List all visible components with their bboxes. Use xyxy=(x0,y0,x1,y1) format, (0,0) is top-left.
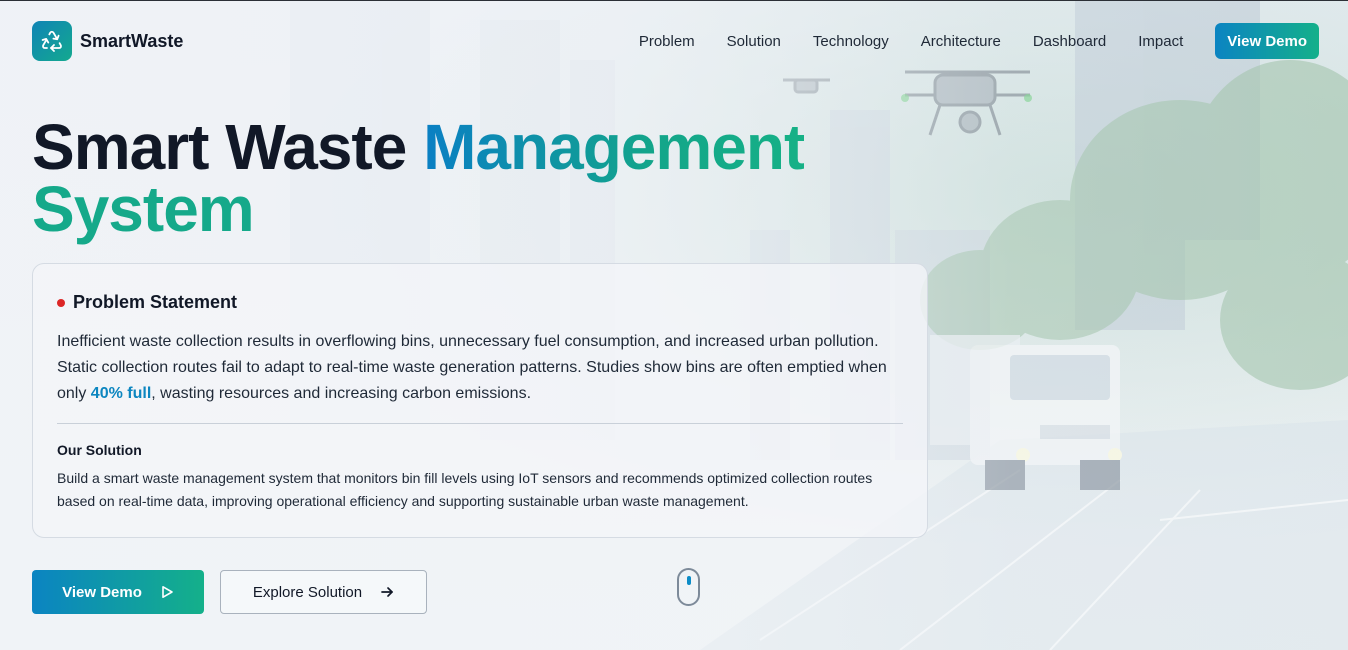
hero-title-part3: System xyxy=(32,173,255,245)
nav-links: Problem Solution Technology Architecture… xyxy=(639,23,1319,59)
problem-header: Problem Statement xyxy=(57,292,903,313)
play-icon xyxy=(160,585,174,599)
mouse-scroll-icon[interactable] xyxy=(677,568,700,606)
view-demo-button[interactable]: View Demo xyxy=(32,570,204,614)
card-divider xyxy=(57,423,903,424)
arrow-right-icon xyxy=(380,585,394,599)
hero-title-part2: Management xyxy=(423,111,805,183)
problem-text-after: , wasting resources and increasing carbo… xyxy=(151,385,532,402)
nav-link-problem[interactable]: Problem xyxy=(639,33,695,50)
nav-link-technology[interactable]: Technology xyxy=(813,33,889,50)
problem-description: Inefficient waste collection results in … xyxy=(57,329,897,407)
explore-solution-button[interactable]: Explore Solution xyxy=(220,570,427,614)
explore-solution-label: Explore Solution xyxy=(252,583,363,601)
view-demo-label: View Demo xyxy=(62,583,142,601)
problem-heading: Problem Statement xyxy=(73,292,238,312)
problem-highlight: 40% full xyxy=(90,385,152,402)
mouse-wheel xyxy=(687,576,691,585)
brand-name: SmartWaste xyxy=(80,30,184,51)
top-navigation-bar: SmartWaste Problem Solution Technology A… xyxy=(32,21,1319,61)
solution-heading: Our Solution xyxy=(57,442,142,458)
nav-link-solution[interactable]: Solution xyxy=(727,33,781,50)
problem-statement-card: Problem Statement Inefficient waste coll… xyxy=(32,263,928,538)
status-dot-icon xyxy=(57,298,65,307)
hero-title: Smart Waste Management System xyxy=(32,115,932,241)
recycle-icon xyxy=(32,21,72,61)
brand[interactable]: SmartWaste xyxy=(32,21,183,61)
nav-link-dashboard[interactable]: Dashboard xyxy=(1033,33,1106,50)
window-top-border xyxy=(0,0,1348,1)
solution-description: Build a smart waste management system th… xyxy=(57,470,873,509)
nav-link-architecture[interactable]: Architecture xyxy=(921,33,1001,50)
nav-view-demo-button[interactable]: View Demo xyxy=(1215,23,1319,59)
nav-link-impact[interactable]: Impact xyxy=(1138,33,1183,50)
